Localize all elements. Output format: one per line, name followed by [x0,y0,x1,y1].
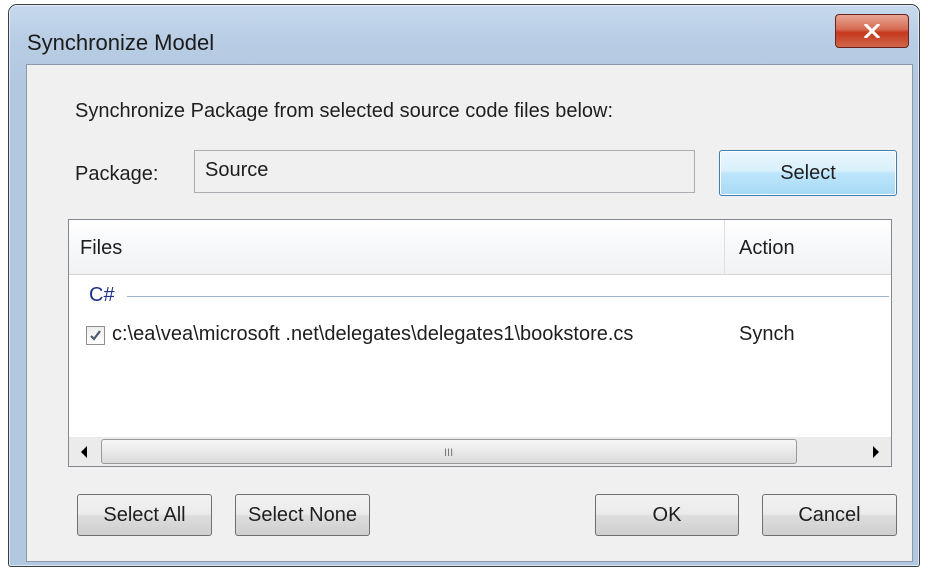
ok-button[interactable]: OK [595,494,739,536]
files-list[interactable]: Files Action C# c:\ea\vea\microsoft .net… [68,219,892,467]
file-action: Synch [739,323,795,345]
column-header-action[interactable]: Action [725,220,891,274]
scrollbar-thumb[interactable]: III [101,439,797,464]
instruction-text: Synchronize Package from selected source… [75,100,614,122]
select-all-button[interactable]: Select All [77,494,212,536]
select-none-button[interactable]: Select None [235,494,370,536]
scrollbar-grip-icon: III [444,447,454,459]
select-package-button[interactable]: Select [719,150,897,196]
checkmark-icon [90,330,101,341]
dialog-window: Synchronize Model Synchronize Package fr… [8,4,920,567]
dialog-client-area: Synchronize Package from selected source… [26,64,913,562]
group-label: C# [89,284,121,307]
group-header-csharp: C# [89,284,889,308]
scroll-right-arrow-icon[interactable] [861,437,891,466]
close-button[interactable] [835,14,909,48]
close-x-icon [864,24,880,38]
list-item[interactable]: c:\ea\vea\microsoft .net\delegates\deleg… [69,323,891,354]
group-divider [127,296,889,297]
package-field: Source [194,150,695,193]
column-header-files[interactable]: Files [69,220,725,274]
cancel-button[interactable]: Cancel [762,494,897,536]
horizontal-scrollbar[interactable]: III [69,436,891,466]
file-checkbox[interactable] [86,326,105,345]
scroll-left-arrow-icon[interactable] [69,437,99,466]
package-label: Package: [75,163,159,185]
window-title: Synchronize Model [27,30,215,55]
list-header: Files Action [69,220,891,275]
file-path: c:\ea\vea\microsoft .net\delegates\deleg… [112,323,634,345]
